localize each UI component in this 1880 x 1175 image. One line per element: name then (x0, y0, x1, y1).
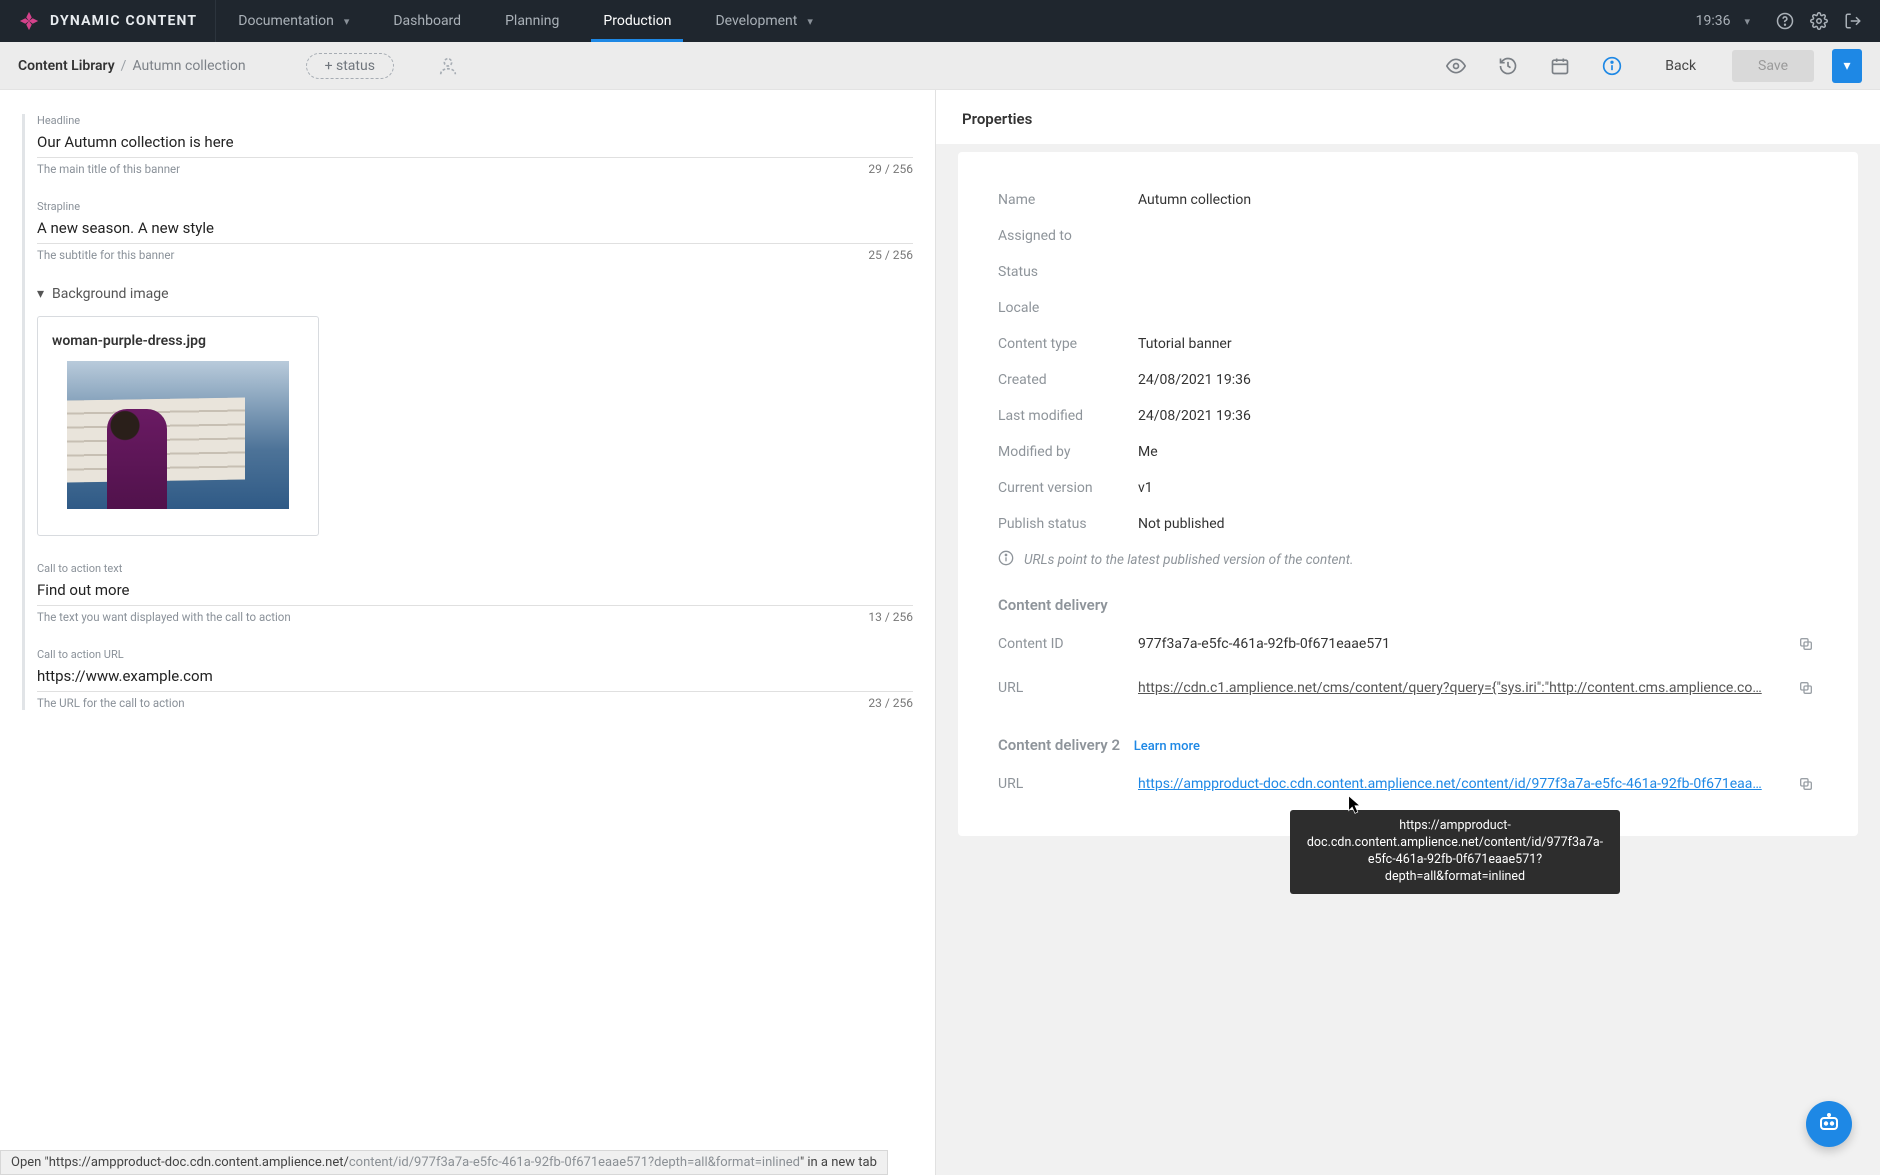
copy-icon[interactable] (1794, 772, 1818, 796)
prop-last-modified: Last modified24/08/2021 19:36 (998, 398, 1818, 434)
prop-version: Current versionv1 (998, 470, 1818, 506)
char-count: 13 / 256 (868, 610, 913, 624)
section-title: Background image (52, 286, 168, 302)
history-icon[interactable] (1491, 49, 1525, 83)
nav-documentation[interactable]: Documentation ▾ (216, 0, 371, 42)
clock-text: 19:36 (1696, 13, 1731, 29)
sub-actions: Back Save ▾ (1439, 49, 1862, 83)
field-headline: Headline Our Autumn collection is here T… (37, 114, 913, 176)
prop-locale: Locale (998, 290, 1818, 326)
char-count: 25 / 256 (868, 248, 913, 262)
brand-logo-icon (18, 10, 40, 32)
preview-icon[interactable] (1439, 49, 1473, 83)
cta-url-input[interactable]: https://www.example.com (37, 661, 913, 692)
field-help: The text you want displayed with the cal… (37, 610, 291, 624)
prop-name: NameAutumn collection (998, 182, 1818, 218)
properties-pane: Properties NameAutumn collection Assigne… (936, 90, 1880, 1175)
cta-text-input[interactable]: Find out more (37, 575, 913, 606)
learn-more-link[interactable]: Learn more (1134, 739, 1200, 754)
nav-production[interactable]: Production (581, 0, 693, 42)
breadcrumb-sep: / (121, 58, 127, 74)
strapline-input[interactable]: A new season. A new style (37, 213, 913, 244)
field-cta-url: Call to action URL https://www.example.c… (37, 648, 913, 710)
prop-assigned: Assigned to (998, 218, 1818, 254)
statusbar-prefix: Open "https://ampproduct-doc.cdn.content… (11, 1155, 349, 1170)
add-status-chip[interactable]: + status (306, 53, 394, 79)
chat-fab[interactable] (1806, 1101, 1852, 1147)
bg-image-toggle[interactable]: ▾ Background image (37, 286, 913, 302)
gear-icon[interactable] (1802, 4, 1836, 38)
headline-input[interactable]: Our Autumn collection is here (37, 127, 913, 158)
statusbar-suffix: " in a new tab (800, 1155, 877, 1170)
cd1-url-link[interactable]: https://cdn.c1.amplience.net/cms/content… (1138, 680, 1762, 696)
prop-content-type: Content typeTutorial banner (998, 326, 1818, 362)
prop-publish-status: Publish statusNot published (998, 506, 1818, 542)
copy-icon[interactable] (1794, 676, 1818, 700)
info-icon[interactable] (1595, 49, 1629, 83)
statusbar-mid: content/id/977f3a7a-e5fc-461a-92fb-0f671… (349, 1155, 800, 1170)
breadcrumb-leaf: Autumn collection (132, 58, 245, 74)
section-content-delivery: Content delivery (998, 596, 1818, 614)
nav-planning[interactable]: Planning (483, 0, 581, 42)
prop-modified-by: Modified byMe (998, 434, 1818, 470)
cd1-content-id: Content ID 977f3a7a-e5fc-461a-92fb-0f671… (998, 622, 1818, 666)
browser-statusbar: Open "https://ampproduct-doc.cdn.content… (0, 1150, 888, 1175)
section-content-delivery-2: Content delivery 2 Learn more (998, 736, 1818, 754)
nav-dashboard-label: Dashboard (393, 13, 461, 29)
cd2-url-link[interactable]: https://ampproduct-doc.cdn.content.ampli… (1138, 776, 1762, 792)
field-strapline: Strapline A new season. A new style The … (37, 200, 913, 262)
copy-icon[interactable] (1794, 632, 1818, 656)
main-split: Headline Our Autumn collection is here T… (0, 90, 1880, 1175)
image-card[interactable]: woman-purple-dress.jpg (37, 316, 319, 536)
image-thumbnail (67, 361, 289, 509)
chevron-down-icon: ▾ (807, 15, 813, 28)
cd2-url: URL https://ampproduct-doc.cdn.content.a… (998, 762, 1818, 806)
prop-status: Status (998, 254, 1818, 290)
url-tooltip: https://ampproduct-doc.cdn.content.ampli… (1290, 810, 1620, 894)
field-label: Call to action text (37, 562, 913, 575)
field-help: The main title of this banner (37, 162, 180, 176)
nav-right: 19:36 ▾ (1678, 13, 1768, 29)
editor-pane: Headline Our Autumn collection is here T… (0, 90, 936, 1175)
char-count: 23 / 256 (868, 696, 913, 710)
save-button: Save (1732, 50, 1814, 82)
brand-name: DYNAMIC CONTENT (50, 13, 197, 29)
nav-documentation-label: Documentation (238, 13, 334, 29)
properties-note: URLs point to the latest published versi… (998, 550, 1818, 570)
nav-production-label: Production (603, 13, 671, 29)
save-dropdown[interactable]: ▾ (1832, 49, 1862, 83)
note-text: URLs point to the latest published versi… (1024, 552, 1353, 568)
char-count: 29 / 256 (868, 162, 913, 176)
sub-header: Content Library / Autumn collection + st… (0, 42, 1880, 90)
chevron-down-icon: ▾ (344, 15, 350, 28)
properties-card: NameAutumn collection Assigned to Status… (958, 152, 1858, 836)
back-button[interactable]: Back (1647, 52, 1714, 80)
field-label: Headline (37, 114, 913, 127)
image-filename: woman-purple-dress.jpg (48, 333, 308, 349)
brand-block: DYNAMIC CONTENT (0, 0, 216, 42)
field-label: Strapline (37, 200, 913, 213)
field-help: The subtitle for this banner (37, 248, 174, 262)
help-icon[interactable] (1768, 4, 1802, 38)
chevron-down-icon[interactable]: ▾ (1744, 15, 1750, 28)
chevron-down-icon: ▾ (37, 286, 44, 302)
prop-created: Created24/08/2021 19:36 (998, 362, 1818, 398)
field-label: Call to action URL (37, 648, 913, 661)
top-nav: DYNAMIC CONTENT Documentation ▾ Dashboar… (0, 0, 1880, 42)
nav-development[interactable]: Development ▾ (693, 0, 834, 42)
cd1-url: URL https://cdn.c1.amplience.net/cms/con… (998, 666, 1818, 710)
nav-development-label: Development (715, 13, 797, 29)
nav-planning-label: Planning (505, 13, 559, 29)
calendar-icon[interactable] (1543, 49, 1577, 83)
info-icon (998, 550, 1014, 570)
field-cta-text: Call to action text Find out more The te… (37, 562, 913, 624)
properties-title: Properties (936, 90, 1880, 144)
field-help: The URL for the call to action (37, 696, 185, 710)
nav-dashboard[interactable]: Dashboard (371, 0, 483, 42)
logout-icon[interactable] (1836, 4, 1870, 38)
assign-user-icon[interactable] (434, 52, 462, 80)
nav-primary: Documentation ▾ Dashboard Planning Produ… (216, 0, 835, 42)
breadcrumb-root[interactable]: Content Library (18, 58, 115, 74)
